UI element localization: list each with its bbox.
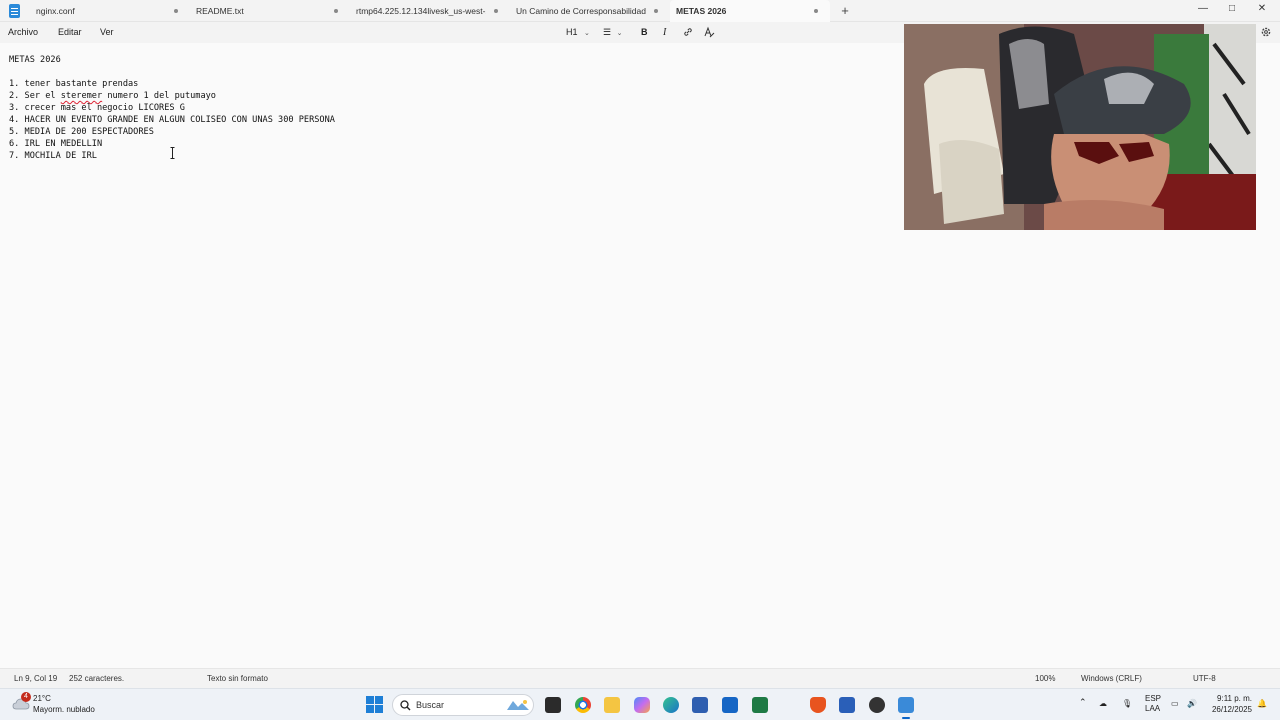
taskbar: 4 21°C Mayorm. nublado Buscar ⌃ ☁ 🎙 ESP … [0,688,1280,720]
gear-icon [1261,27,1271,37]
minimize-button[interactable]: — [1196,2,1210,16]
language-indicator[interactable]: ESP LAA [1145,694,1161,714]
doc-line-rest: numero 1 del putumayo [102,91,216,101]
webcam-overlay [904,24,1256,230]
search-highlight-icon [507,700,529,710]
doc-line-prefix: 2. Ser el [9,91,61,101]
unsaved-dot-icon[interactable] [654,9,658,13]
clear-format-button[interactable] [703,26,715,39]
microphone-icon[interactable]: 🎙 [1122,699,1132,708]
file-explorer-icon[interactable] [604,697,620,713]
cloud-sync-icon[interactable]: ☁ [1099,699,1107,708]
link-button[interactable] [682,26,694,39]
word-icon[interactable] [839,697,855,713]
tab-metas-2026[interactable]: METAS 2026 [670,0,830,22]
unsaved-dot-icon[interactable] [814,9,818,13]
copilot-icon[interactable] [634,697,650,713]
zoom-level[interactable]: 100% [1035,674,1055,683]
misspelled-word[interactable]: steremer [61,91,102,101]
bold-button[interactable]: B [641,26,648,39]
doc-line: METAS 2026 [9,55,61,65]
cursor-position[interactable]: Ln 9, Col 19 [14,674,57,683]
search-icon [400,700,411,711]
clock-date[interactable]: 26/12/2025 [1209,705,1252,714]
webcam-feed-image [904,24,1256,230]
doc-line: 6. IRL EN MEDELLIN [9,139,103,149]
doc-line: 2. Ser el steremer numero 1 del putumayo [9,91,216,101]
status-bar: Ln 9, Col 19 252 caracteres. Texto sin f… [0,668,1280,688]
doc-line: 1. tener bastante prendas [9,79,139,89]
brave-icon[interactable] [810,697,826,713]
edge-icon[interactable] [663,697,679,713]
language-top: ESP [1145,694,1162,703]
doc-line: 5. MEDIA DE 200 ESPECTADORES [9,127,154,137]
notepad-app-icon [9,4,20,18]
menu-archivo[interactable]: Archivo [8,27,38,37]
unsaved-dot-icon[interactable] [494,9,498,13]
excel-icon[interactable] [752,697,768,713]
clear-format-icon [704,26,715,38]
windows-start-icon[interactable] [366,696,383,713]
settings-button[interactable] [1260,26,1272,39]
unsaved-dot-icon[interactable] [174,9,178,13]
close-button[interactable]: ✕ [1255,2,1269,16]
link-icon [684,28,692,36]
tab-rtmp[interactable]: rtmp64.225.12.134livesk_us-west-2_c [350,0,510,22]
heading-label: H1 [566,27,578,37]
taskbar-search[interactable]: Buscar [392,694,534,716]
list-icon: ☰ [603,27,612,37]
show-hidden-icons-chevron-up-icon[interactable]: ⌃ [1079,697,1087,708]
tab-label: rtmp64.225.12.134livesk_us-west-2_c [356,6,486,16]
tab-readme-txt[interactable]: README.txt [190,0,350,22]
doc-line: 4. HACER UN EVENTO GRANDE EN ALGUN COLIS… [9,115,335,125]
list-dropdown[interactable]: ☰ ⌄ [603,26,622,39]
weather-description: Mayorm. nublado [33,705,95,714]
italic-button[interactable]: I [663,26,666,39]
tab-un-camino[interactable]: Un Camino de Corresponsabilidad S [510,0,670,22]
notepad-window: nginx.conf README.txt rtmp64.225.12.134l… [0,0,1280,688]
character-count: 252 caracteres. [69,674,125,683]
line-ending[interactable]: Windows (CRLF) [1081,674,1142,683]
language-bottom: LAA [1145,704,1161,713]
search-placeholder: Buscar [416,700,445,710]
outlook-icon[interactable] [722,697,738,713]
tab-nginx-conf[interactable]: nginx.conf [30,0,190,22]
tab-label: README.txt [196,6,244,16]
tab-label: nginx.conf [36,6,75,16]
text-format[interactable]: Texto sin formato [207,674,268,683]
text-cursor-icon [170,147,175,159]
chevron-down-icon: ⌄ [584,30,590,37]
unsaved-dot-icon[interactable] [334,9,338,13]
encoding[interactable]: UTF-8 [1193,674,1216,683]
notification-badge: 4 [21,692,31,702]
weather-temperature: 21°C [33,694,51,703]
obs-icon[interactable] [869,697,885,713]
menu-ver[interactable]: Ver [100,27,114,37]
task-view-icon[interactable] [545,697,561,713]
chrome-icon[interactable] [575,697,591,713]
maximize-button[interactable]: □ [1225,2,1239,16]
new-tab-button[interactable]: + [838,0,852,22]
doc-line: 3. crecer mas el negocio LICORES G [9,103,185,113]
clock-time[interactable]: 9:11 p. m. [1214,694,1252,703]
store-icon[interactable] [692,697,708,713]
tab-label: METAS 2026 [676,6,727,16]
notepad-taskbar-icon[interactable] [898,697,914,719]
chevron-down-icon: ⌄ [616,30,623,37]
notifications-bell-icon[interactable]: 🔔 [1257,699,1267,708]
network-icon[interactable]: ▭ [1171,699,1179,708]
menu-editar[interactable]: Editar [58,27,82,37]
tab-label: Un Camino de Corresponsabilidad S [516,6,646,16]
doc-line: 7. MOCHILA DE IRL [9,151,97,161]
volume-icon[interactable]: 🔊 [1187,699,1197,708]
tab-bar: nginx.conf README.txt rtmp64.225.12.134l… [0,0,1280,22]
heading-dropdown[interactable]: H1 ⌄ [566,26,590,39]
